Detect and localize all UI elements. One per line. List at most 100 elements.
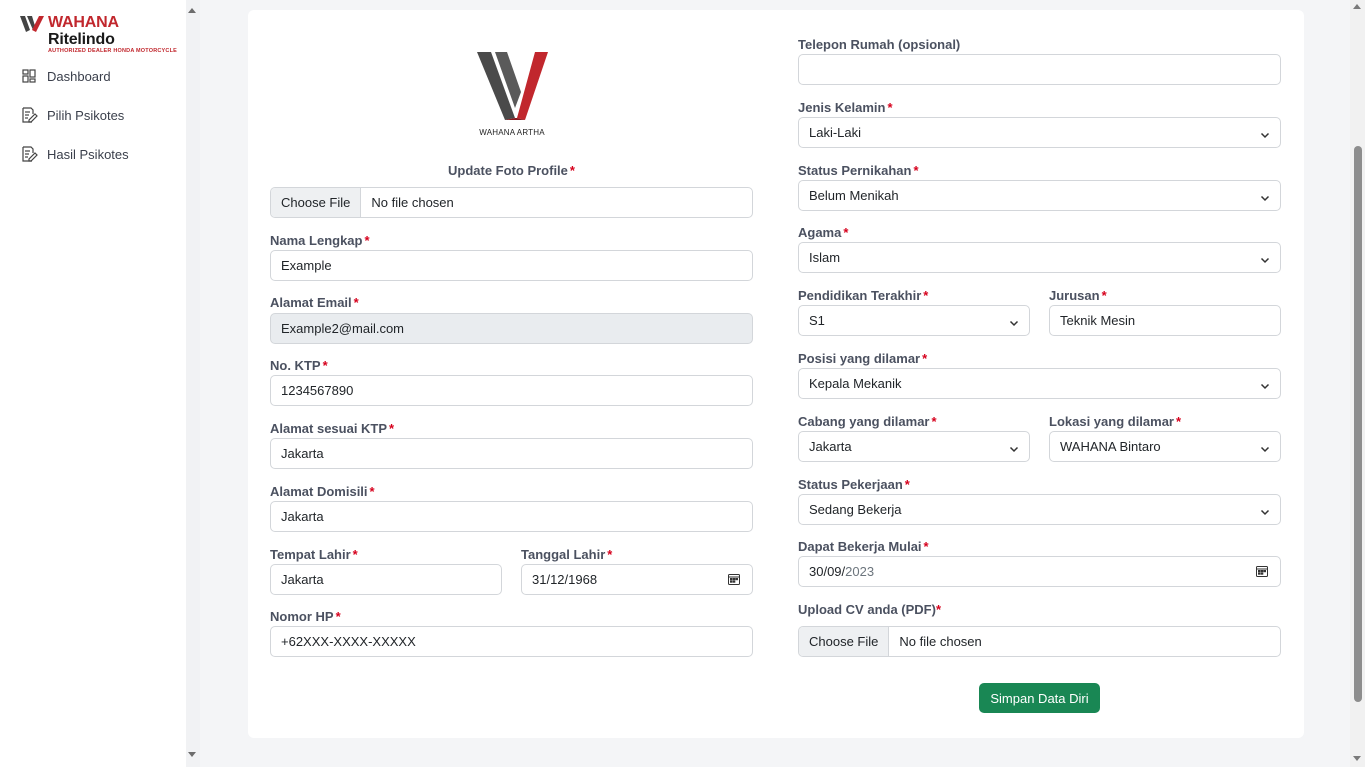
logo-caption: WAHANA ARTHA [479, 128, 545, 137]
pendidikan-label: Pendidikan Terakhir * [798, 288, 928, 303]
cv-label: Upload CV anda (PDF)* [798, 602, 941, 617]
sidebar-item-pilih-psikotes[interactable]: Pilih Psikotes [20, 104, 129, 126]
alamat-ktp-value: Jakarta [281, 446, 324, 461]
sidebar-scroll-down-arrow-icon[interactable] [188, 752, 196, 757]
status-pernikahan-label: Status Pernikahan * [798, 163, 919, 178]
nama-label-text: Nama Lengkap [270, 233, 363, 248]
calendar-icon[interactable] [1256, 565, 1268, 580]
cabang-select[interactable]: Jakarta [798, 431, 1030, 462]
jurusan-value: Teknik Mesin [1060, 313, 1136, 328]
required-mark: * [843, 225, 849, 240]
alamat-ktp-label: Alamat sesuai KTP * [270, 421, 394, 436]
jenis-kelamin-select[interactable]: Laki-Laki [798, 117, 1281, 148]
tanggal-lahir-label-text: Tanggal Lahir [521, 547, 606, 562]
cv-choose-file-button[interactable]: Choose File [799, 627, 890, 656]
wahana-logo-mark-icon [20, 14, 44, 34]
agama-select[interactable]: Islam [798, 242, 1281, 273]
tempat-lahir-input[interactable]: Jakarta [270, 564, 502, 595]
lokasi-value: WAHANA Bintaro [1060, 439, 1161, 454]
brand-logo[interactable]: WAHANA Ritelindo AUTHORIZED DEALER HONDA… [20, 14, 186, 55]
status-pekerjaan-select[interactable]: Sedang Bekerja [798, 494, 1281, 525]
status-pernikahan-label-text: Status Pernikahan [798, 163, 912, 178]
agama-value: Islam [809, 250, 841, 265]
required-mark: * [335, 609, 341, 624]
mulai-kerja-day-month: 30/09/ [809, 564, 846, 579]
calendar-icon[interactable] [728, 573, 740, 588]
hp-label-text: Nomor HP [270, 609, 334, 624]
edit-document-icon [20, 145, 38, 163]
wahana-artha-logo-icon [477, 50, 549, 140]
ktp-label-text: No. KTP [270, 358, 321, 373]
required-mark: * [923, 539, 929, 554]
required-mark: * [923, 288, 929, 303]
sidebar-item-hasil-psikotes[interactable]: Hasil Psikotes [20, 143, 129, 165]
email-label: Alamat Email * [270, 295, 359, 310]
alamat-ktp-input[interactable]: Jakarta [270, 438, 753, 469]
photo-label-text: Update Foto Profile [448, 163, 568, 178]
required-mark: * [935, 602, 942, 617]
simpan-data-diri-button[interactable]: Simpan Data Diri [979, 683, 1100, 713]
nama-input[interactable]: Example [270, 250, 753, 281]
sidebar-nav: Dashboard Pilih Psikotes Hasil Psikotes [20, 65, 129, 182]
jurusan-input[interactable]: Teknik Mesin [1049, 305, 1281, 336]
telepon-rumah-input[interactable] [798, 54, 1281, 85]
cv-label-text: Upload CV anda (PDF) [798, 602, 936, 617]
tempat-lahir-value: Jakarta [281, 572, 324, 587]
sidebar: WAHANA Ritelindo AUTHORIZED DEALER HONDA… [0, 0, 200, 767]
jenis-kelamin-label: Jenis Kelamin * [798, 100, 893, 115]
telepon-rumah-label: Telepon Rumah (opsional) [798, 37, 960, 52]
chevron-down-icon [1260, 379, 1270, 394]
sidebar-item-label: Dashboard [47, 68, 111, 84]
posisi-value: Kepala Mekanik [809, 376, 902, 391]
domisili-input[interactable]: Jakarta [270, 501, 753, 532]
photo-choose-file-button[interactable]: Choose File [271, 188, 362, 217]
cv-file-input[interactable]: Choose File No file chosen [798, 626, 1281, 657]
cabang-value: Jakarta [809, 439, 852, 454]
domisili-label: Alamat Domisili * [270, 484, 375, 499]
pendidikan-value: S1 [809, 313, 825, 328]
sidebar-scroll-up-arrow-icon[interactable] [188, 8, 196, 13]
photo-label: Update Foto Profile * [270, 163, 753, 178]
required-mark: * [322, 358, 328, 373]
brand-name: WAHANA Ritelindo [48, 14, 186, 48]
required-mark: * [887, 100, 893, 115]
chevron-down-icon [1009, 442, 1019, 457]
pendidikan-select[interactable]: S1 [798, 305, 1030, 336]
posisi-select[interactable]: Kepala Mekanik [798, 368, 1281, 399]
required-mark: * [904, 477, 910, 492]
status-pernikahan-value: Belum Menikah [809, 188, 899, 203]
pendidikan-label-text: Pendidikan Terakhir [798, 288, 922, 303]
tanggal-lahir-value: 31/12/1968 [532, 572, 598, 587]
chevron-down-icon [1260, 191, 1270, 206]
sidebar-item-dashboard[interactable]: Dashboard [20, 65, 129, 87]
scrollbar-thumb[interactable] [1354, 146, 1362, 702]
page-scrollbar[interactable] [1350, 0, 1365, 767]
email-input: Example2@mail.com [270, 313, 753, 344]
hp-value: +62XXX-XXXX-XXXXX [281, 634, 416, 649]
mulai-kerja-value: 30/09/2023 [809, 564, 874, 579]
status-pernikahan-select[interactable]: Belum Menikah [798, 180, 1281, 211]
required-mark: * [364, 233, 370, 248]
agama-label: Agama * [798, 225, 848, 240]
ktp-input[interactable]: 1234567890 [270, 375, 753, 406]
alamat-ktp-label-text: Alamat sesuai KTP [270, 421, 388, 436]
edit-document-icon [20, 106, 38, 124]
tanggal-lahir-input[interactable]: 31/12/1968 [521, 564, 753, 595]
scroll-up-arrow-icon[interactable] [1353, 4, 1361, 9]
required-mark: * [922, 351, 928, 366]
jurusan-label-text: Jurusan [1049, 288, 1100, 303]
cabang-label-text: Cabang yang dilamar [798, 414, 930, 429]
scroll-down-arrow-icon[interactable] [1353, 756, 1361, 761]
domisili-value: Jakarta [281, 509, 324, 524]
photo-file-status: No file chosen [371, 195, 454, 210]
posisi-label: Posisi yang dilamar * [798, 351, 927, 366]
mulai-kerja-date-input[interactable]: 30/09/2023 [798, 556, 1281, 587]
ktp-label: No. KTP * [270, 358, 328, 373]
nama-label: Nama Lengkap * [270, 233, 370, 248]
lokasi-select[interactable]: WAHANA Bintaro [1049, 431, 1281, 462]
lokasi-label: Lokasi yang dilamar * [1049, 414, 1181, 429]
photo-file-input[interactable]: Choose File No file chosen [270, 187, 753, 218]
required-mark: * [1176, 414, 1182, 429]
jenis-kelamin-value: Laki-Laki [809, 125, 862, 140]
hp-input[interactable]: +62XXX-XXXX-XXXXX [270, 626, 753, 657]
